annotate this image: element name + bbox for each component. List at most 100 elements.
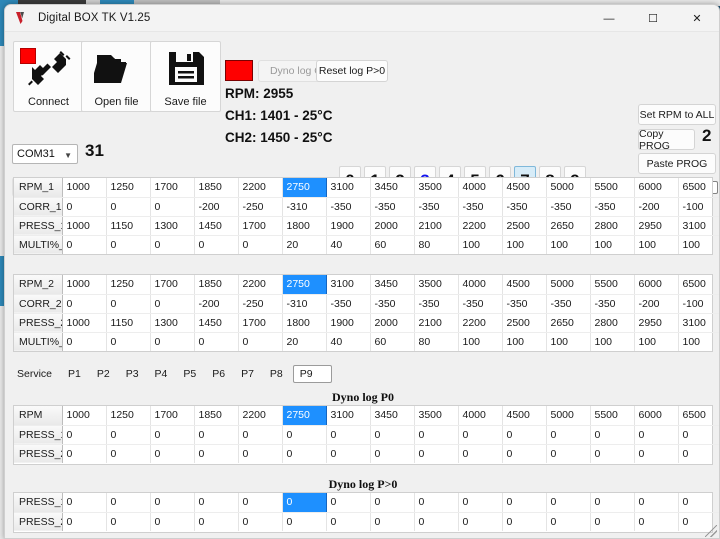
cell[interactable]: 100 [678,235,719,254]
cell[interactable]: 0 [590,425,635,445]
cell[interactable]: 1250 [106,406,151,426]
cell[interactable]: 0 [458,493,503,513]
cell[interactable]: 1000 [62,178,107,198]
cell[interactable]: 2650 [546,313,591,333]
cell[interactable]: 6000 [634,178,679,198]
cell[interactable]: 100 [590,235,635,254]
cell[interactable]: 0 [370,512,415,531]
reset-log-button[interactable]: Reset log P>0 [316,60,388,82]
cell[interactable]: 100 [458,332,503,351]
cell[interactable]: 0 [106,332,151,351]
cell[interactable]: -350 [502,197,547,217]
cell[interactable]: 0 [194,425,239,445]
cell[interactable]: -350 [326,294,371,314]
cell[interactable]: 0 [326,444,371,463]
cell[interactable]: 0 [62,197,107,217]
cell[interactable]: 0 [546,512,591,531]
cell[interactable]: 0 [62,294,107,314]
cell[interactable]: 100 [502,235,547,254]
row-header-press1[interactable]: PRESS_1 [14,493,63,513]
cell[interactable]: 0 [106,235,151,254]
cell[interactable]: 6500 [678,275,719,295]
cell[interactable]: 1150 [106,313,151,333]
row-header-press2[interactable]: PRESS_2 [14,512,63,531]
row-header-press2[interactable]: PRESS_2 [14,444,63,463]
cell[interactable]: 0 [414,512,459,531]
cell[interactable]: 0 [150,332,195,351]
cell[interactable]: 1800 [282,313,327,333]
cell[interactable]: 0 [150,294,195,314]
cell[interactable]: 0 [238,512,283,531]
cell[interactable]: 4000 [458,406,503,426]
cell[interactable]: 2950 [634,216,679,236]
tab-p1[interactable]: P1 [62,366,87,382]
cell[interactable]: 0 [502,512,547,531]
cell[interactable]: 1700 [150,275,195,295]
cell[interactable]: -250 [238,294,283,314]
cell[interactable]: 100 [546,235,591,254]
cell[interactable]: -200 [634,197,679,217]
cell[interactable]: 1000 [62,313,107,333]
cell[interactable]: -310 [282,294,327,314]
cell[interactable]: 0 [590,512,635,531]
cell[interactable]: 3100 [678,313,719,333]
cell[interactable]: 0 [414,493,459,513]
cell[interactable]: -310 [282,197,327,217]
cell[interactable]: 2100 [414,216,459,236]
cell[interactable]: 5500 [590,178,635,198]
cell[interactable]: 2000 [370,216,415,236]
cell[interactable]: -350 [458,294,503,314]
com-port-select[interactable]: COM31 ▼ [12,144,78,164]
cell[interactable]: 100 [634,332,679,351]
cell[interactable]: 100 [634,235,679,254]
cell[interactable]: 0 [194,493,239,513]
cell[interactable]: 1250 [106,275,151,295]
cell[interactable]: 0 [238,425,283,445]
cell[interactable]: 5500 [590,406,635,426]
cell[interactable]: 0 [106,197,151,217]
cell[interactable]: 0 [634,444,679,463]
cell[interactable]: 0 [546,425,591,445]
cell[interactable]: 0 [238,332,283,351]
cell[interactable]: 3100 [326,178,371,198]
cell[interactable]: 0 [590,444,635,463]
cell[interactable]: 60 [370,235,415,254]
row-header-rpm[interactable]: RPM [14,406,63,426]
cell[interactable]: 0 [194,512,239,531]
prog2-table[interactable]: RPM_2 1000 1250 1700 1850 2200 2750 3100 3450 350… [13,274,719,352]
prog1-table[interactable]: RPM_1 1000 1250 1700 1850 2200 2750 3100 3450 350… [13,177,719,255]
copy-prog-button[interactable]: Copy PROG [638,128,695,152]
cell[interactable]: 0 [150,512,195,531]
cell[interactable]: 0 [62,493,107,513]
cell[interactable]: 3100 [326,406,371,426]
maximize-icon[interactable]: ☐ [631,5,675,32]
tab-p2[interactable]: P2 [91,366,116,382]
cell[interactable]: 0 [458,425,503,445]
cell[interactable]: 0 [458,444,503,463]
cell[interactable]: 3450 [370,178,415,198]
row-header-rpm2[interactable]: RPM_2 [14,275,63,295]
tab-p3[interactable]: P3 [120,366,145,382]
cell[interactable]: 0 [150,425,195,445]
cell[interactable]: 100 [458,235,503,254]
close-icon[interactable]: ✕ [675,5,719,32]
cell[interactable]: -350 [546,197,591,217]
row-header-press1[interactable]: PRESS_1 [14,425,63,445]
cell[interactable]: 80 [414,235,459,254]
cell[interactable]: 0 [150,235,195,254]
cell[interactable]: 1700 [150,406,195,426]
cell[interactable]: 0 [502,425,547,445]
cell[interactable]: 0 [238,493,283,513]
resize-grip-icon[interactable] [705,525,717,537]
cell[interactable]: 0 [106,444,151,463]
cell[interactable]: 100 [678,332,719,351]
cell[interactable]: -350 [370,197,415,217]
cell[interactable]: 0 [106,493,151,513]
cell[interactable]: 80 [414,332,459,351]
cell[interactable]: 3500 [414,178,459,198]
cell[interactable]: 0 [546,444,591,463]
cell[interactable]: 1300 [150,216,195,236]
cell[interactable]: 4500 [502,178,547,198]
cell[interactable]: 1700 [150,178,195,198]
dyno-log-p0-table[interactable]: RPM 1000 1250 1700 1850 2200 2750 3100 3450 3500 4… [13,405,719,465]
